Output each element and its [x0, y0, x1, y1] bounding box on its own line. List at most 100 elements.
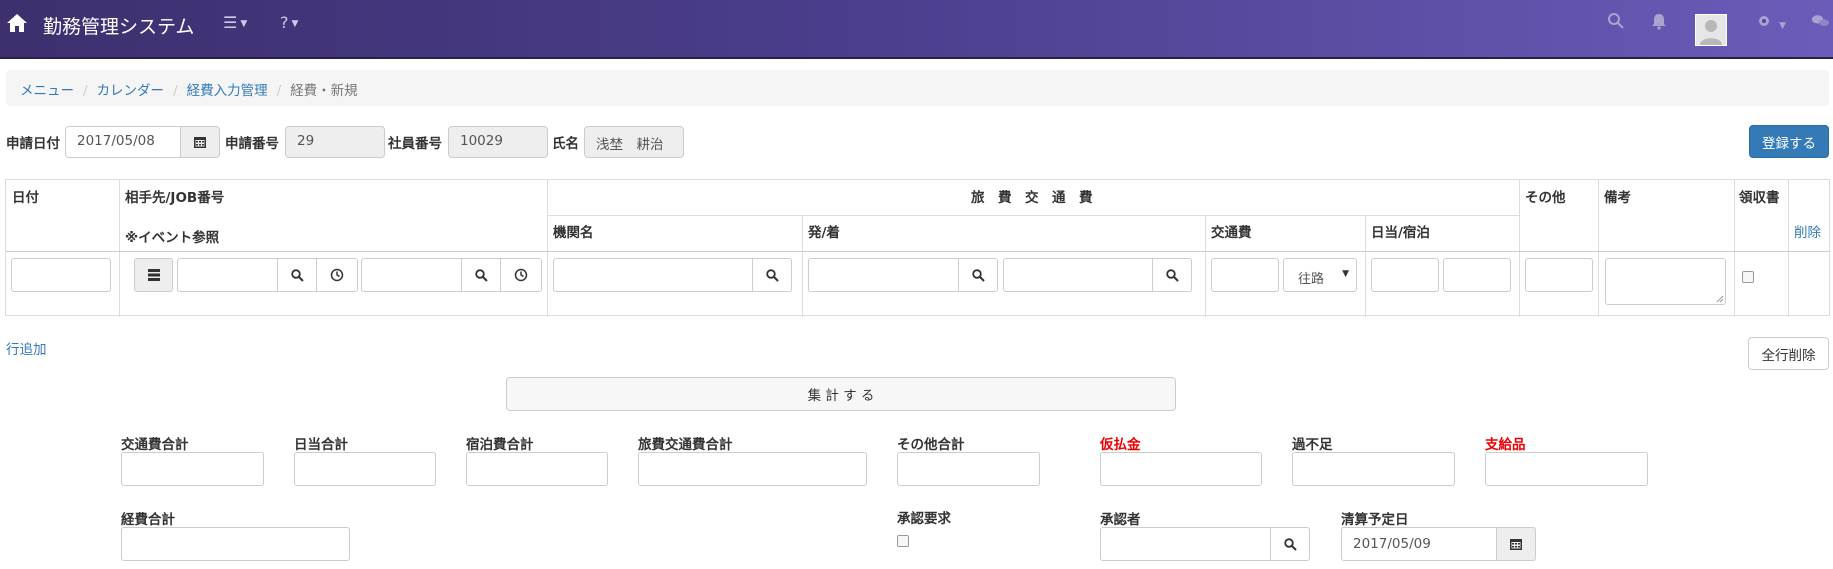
breadcrumb-menu[interactable]: メニュー	[20, 83, 74, 99]
calculate-button[interactable]: 集 計 す る	[506, 377, 1176, 411]
col-date-header: 日付	[12, 190, 39, 206]
org-input[interactable]	[553, 258, 753, 292]
apply-date-label: 申請日付	[6, 136, 60, 152]
depart-input[interactable]	[808, 258, 959, 292]
clock-icon	[514, 268, 528, 282]
col-org-header: 機関名	[553, 225, 594, 241]
approver-search-button[interactable]	[1270, 527, 1310, 561]
col-daily-lodging-header: 日当/宿泊	[1371, 225, 1430, 241]
col-transport-header: 交通費	[1211, 225, 1252, 241]
transport-total-label: 交通費合計	[121, 437, 189, 453]
depart-search-button[interactable]	[958, 258, 998, 292]
approval-request-label: 承認要求	[897, 511, 951, 527]
home-icon[interactable]	[6, 12, 28, 34]
receipt-checkbox[interactable]	[1742, 271, 1754, 283]
other-total-input[interactable]	[897, 452, 1040, 486]
org-search-button[interactable]	[752, 258, 792, 292]
transport-fee-input[interactable]	[1211, 258, 1279, 292]
settlement-date-calendar-button[interactable]	[1496, 527, 1536, 561]
travel-total-input[interactable]	[638, 452, 867, 486]
resize-handle-icon[interactable]	[1716, 295, 1724, 303]
advance-input[interactable]	[1100, 452, 1262, 486]
col-partner-header: 相手先/JOB番号	[125, 190, 225, 206]
shortage-input[interactable]	[1292, 452, 1455, 486]
shortage-label: 過不足	[1292, 437, 1333, 453]
arrive-search-button[interactable]	[1152, 258, 1192, 292]
search-icon	[474, 268, 488, 282]
job-search-button[interactable]	[461, 258, 501, 292]
apply-no-label: 申請番号	[225, 136, 279, 152]
arrive-input[interactable]	[1003, 258, 1153, 292]
chat-icon[interactable]	[1811, 12, 1829, 30]
daily-total-input[interactable]	[294, 452, 436, 486]
expense-total-label: 経費合計	[121, 512, 175, 528]
clock-icon	[330, 268, 344, 282]
app-title[interactable]: 勤務管理システム	[43, 12, 194, 39]
search-icon	[1283, 537, 1297, 551]
search-icon	[765, 268, 779, 282]
register-button[interactable]: 登録する	[1749, 125, 1829, 158]
breadcrumb: メニュー / カレンダー / 経費入力管理 / 経費・新規	[6, 70, 1829, 106]
question-circle-icon: ?	[280, 13, 289, 32]
menu-dropdown[interactable]: ☰ ▼	[223, 13, 247, 32]
partner-input[interactable]	[177, 258, 278, 292]
trip-type-select[interactable]: 往路 ▼	[1283, 258, 1357, 292]
approver-label: 承認者	[1100, 512, 1141, 528]
col-other-header: その他	[1525, 190, 1566, 206]
col-depart-arrive-header: 発/着	[808, 225, 840, 241]
search-icon	[290, 268, 304, 282]
job-history-button[interactable]	[500, 258, 542, 292]
caret-down-icon: ▼	[1779, 20, 1787, 31]
caret-down-icon: ▼	[291, 18, 299, 29]
supply-input[interactable]	[1485, 452, 1648, 486]
partner-list-button[interactable]	[134, 258, 173, 292]
calendar-icon	[194, 137, 206, 148]
caret-down-icon: ▼	[1342, 269, 1349, 279]
apply-no-field: 29	[285, 126, 385, 158]
expense-table: 日付 相手先/JOB番号 ※イベント参照 旅 費 交 通 費 機関名 発/着 交…	[5, 179, 1830, 317]
travel-group-header: 旅 費 交 通 費	[971, 190, 1093, 206]
delete-all-rows-button[interactable]: 全行削除	[1748, 337, 1829, 370]
settlement-date-input[interactable]: 2017/05/09	[1341, 527, 1497, 561]
apply-date-input[interactable]: 2017/05/08	[65, 126, 181, 158]
lodging-total-input[interactable]	[466, 452, 608, 486]
name-label: 氏名	[552, 136, 579, 152]
expense-total-input[interactable]	[121, 527, 350, 561]
lodging-total-label: 宿泊費合計	[466, 437, 534, 453]
remarks-textarea[interactable]	[1605, 258, 1726, 305]
travel-total-label: 旅費交通費合計	[638, 437, 733, 453]
breadcrumb-current: 経費・新規	[290, 83, 358, 99]
daily-allowance-input[interactable]	[1371, 258, 1439, 292]
employee-no-label: 社員番号	[388, 136, 442, 152]
advance-label: 仮払金	[1100, 437, 1141, 453]
settlement-date-label: 清算予定日	[1341, 512, 1409, 528]
col-remarks-header: 備考	[1604, 190, 1631, 206]
search-icon	[971, 268, 985, 282]
lodging-input[interactable]	[1443, 258, 1511, 292]
approval-request-checkbox[interactable]	[897, 535, 909, 547]
transport-total-input[interactable]	[121, 452, 264, 486]
top-navbar: 勤務管理システム ☰ ▼ ? ▼ ▼	[0, 0, 1833, 59]
job-number-input[interactable]	[361, 258, 462, 292]
gear-icon	[1759, 16, 1769, 26]
search-icon[interactable]	[1607, 12, 1625, 30]
partner-history-button[interactable]	[316, 258, 358, 292]
user-silhouette-icon	[1700, 20, 1722, 45]
caret-down-icon: ▼	[240, 18, 248, 29]
breadcrumb-expense-management[interactable]: 経費入力管理	[187, 83, 268, 99]
approver-input[interactable]	[1100, 527, 1271, 561]
help-dropdown[interactable]: ? ▼	[280, 13, 298, 32]
add-row-link[interactable]: 行追加	[6, 338, 47, 358]
bell-icon[interactable]	[1650, 12, 1668, 30]
search-icon	[1165, 268, 1179, 282]
other-fee-input[interactable]	[1525, 258, 1593, 292]
employee-no-field: 10029	[448, 126, 548, 158]
user-avatar[interactable]	[1695, 14, 1727, 46]
date-input[interactable]	[11, 258, 111, 292]
delete-row-link[interactable]: 削除	[1794, 221, 1821, 241]
apply-date-calendar-button[interactable]	[180, 126, 220, 158]
supply-label: 支給品	[1485, 437, 1526, 453]
partner-search-button[interactable]	[277, 258, 317, 292]
settings-dropdown[interactable]: ▼	[1756, 13, 1786, 33]
breadcrumb-calendar[interactable]: カレンダー	[97, 83, 165, 99]
